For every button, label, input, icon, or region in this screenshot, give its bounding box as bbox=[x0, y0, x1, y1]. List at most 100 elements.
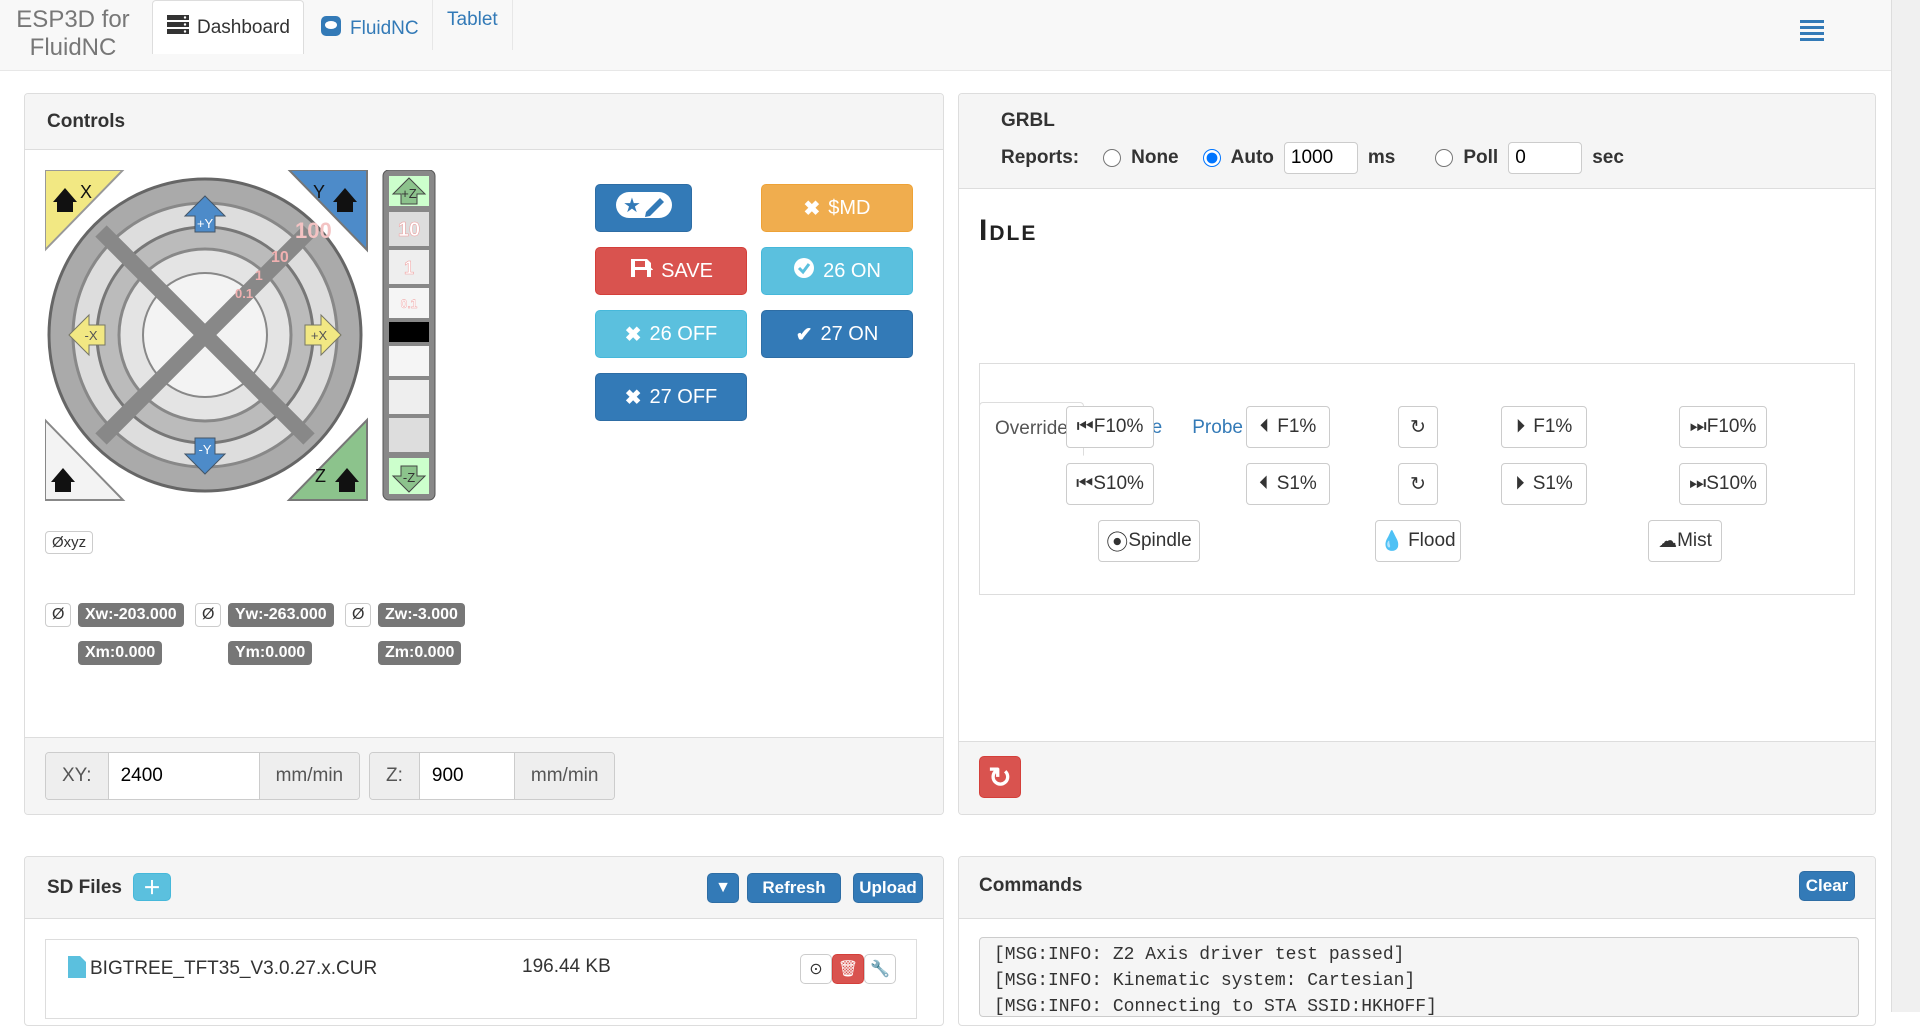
poll-unit: sec bbox=[1592, 147, 1624, 168]
check-icon: ✔ bbox=[795, 323, 813, 346]
macro-26-off-button[interactable]: ✖ 26 OFF bbox=[595, 310, 747, 358]
report-poll-radio[interactable] bbox=[1435, 149, 1454, 167]
poll-interval-input[interactable] bbox=[1508, 142, 1583, 174]
feed-minus-10-button[interactable]: ⏮ F10% bbox=[1066, 406, 1154, 448]
z-step-down-10[interactable] bbox=[389, 418, 429, 452]
navbar: ESP3D for FluidNC Dashboard FluidNC Tabl… bbox=[0, 0, 1892, 71]
macro-26-on-label: 26 ON bbox=[823, 259, 881, 282]
file-settings-button[interactable]: 🔧 bbox=[864, 954, 896, 984]
step-label-10: 10 bbox=[271, 249, 289, 266]
grbl-panel: GRBL Reports: None Auto ms Poll sec Idle… bbox=[958, 93, 1876, 815]
jog-pad[interactable]: X Y Z +Y -Y -X +X 100 10 1 0.1 +Z 10 1 0… bbox=[45, 170, 465, 510]
z-work-position: Zw:-3.000 bbox=[378, 603, 465, 627]
feed-plus-1-label: F1% bbox=[1533, 416, 1573, 437]
mist-toggle-button[interactable]: ☁ Mist bbox=[1648, 520, 1722, 562]
minus-x-label: -X bbox=[85, 328, 98, 343]
machine-state: Idle bbox=[979, 214, 1038, 247]
tab-fluidnc[interactable]: FluidNC bbox=[306, 0, 433, 64]
tint-icon: 💧 bbox=[1380, 531, 1405, 552]
file-print-button[interactable]: ⊙ bbox=[800, 954, 832, 984]
wrench-icon: 🔧 bbox=[870, 961, 890, 978]
times-icon: ✖ bbox=[624, 386, 642, 409]
spindle-toggle-button[interactable]: ⦿ Spindle bbox=[1098, 520, 1200, 562]
z-step-down-1[interactable] bbox=[389, 380, 429, 414]
brand[interactable]: ESP3D for FluidNC bbox=[14, 6, 132, 62]
speed-plus-10-label: S10% bbox=[1706, 473, 1757, 494]
z-feedrate-label: Z: bbox=[370, 753, 419, 799]
flood-toggle-button[interactable]: 💧 Flood bbox=[1375, 520, 1461, 562]
home-z-label: Z bbox=[315, 466, 326, 486]
floppy-icon bbox=[629, 257, 654, 285]
home-x-label: X bbox=[80, 182, 92, 202]
zero-all-button[interactable]: Øxyz bbox=[45, 531, 94, 554]
auto-interval-input[interactable] bbox=[1283, 142, 1358, 174]
refresh-button[interactable]: Refresh bbox=[747, 873, 841, 903]
macro-md-button[interactable]: ✖ $MD bbox=[761, 184, 913, 232]
macro-edit-button[interactable]: ★ bbox=[595, 184, 692, 232]
times-icon: ✖ bbox=[624, 323, 642, 346]
flood-label: Flood bbox=[1408, 530, 1456, 551]
reset-button[interactable]: ↻ bbox=[979, 756, 1021, 798]
fast-backward-icon: ⏮ bbox=[1076, 473, 1094, 494]
speed-reset-button[interactable]: ↻ bbox=[1398, 463, 1438, 505]
macro-27-on-button[interactable]: ✔ 27 ON bbox=[761, 310, 913, 358]
feed-minus-1-button[interactable]: ⏴ F1% bbox=[1246, 406, 1330, 448]
feed-minus-10-label: F10% bbox=[1093, 416, 1144, 437]
macro-save-button[interactable]: SAVE bbox=[595, 247, 747, 295]
x-work-position: Xw:-203.000 bbox=[78, 603, 184, 627]
minus-y-label: -Y bbox=[199, 442, 212, 457]
macro-26-off-label: 26 OFF bbox=[649, 322, 718, 345]
z-step-10-label: 10 bbox=[398, 219, 420, 241]
macro-27-off-button[interactable]: ✖ 27 OFF bbox=[595, 373, 747, 421]
console-line: [MSG:INFO: Kinematic system: Cartesian] bbox=[994, 971, 1416, 991]
command-console[interactable]: [MSG:INFO: Z2 Axis driver test passed] [… bbox=[979, 937, 1859, 1017]
zero-x-button[interactable]: Ø bbox=[45, 603, 72, 627]
x-machine-position: Xm:0.000 bbox=[78, 641, 163, 665]
speed-minus-10-button[interactable]: ⏮ S10% bbox=[1066, 463, 1154, 505]
xy-feedrate-input[interactable] bbox=[107, 753, 260, 799]
file-icon bbox=[68, 956, 86, 983]
feed-reset-button[interactable]: ↻ bbox=[1398, 406, 1438, 448]
new-folder-button[interactable]: ＋ bbox=[133, 873, 171, 901]
tab-tablet[interactable]: Tablet bbox=[432, 0, 513, 50]
tab-dashboard[interactable]: Dashboard bbox=[152, 0, 304, 54]
z-center bbox=[389, 322, 429, 342]
feed-plus-1-button[interactable]: ⏵ F1% bbox=[1501, 406, 1587, 448]
step-backward-icon: ⏴ bbox=[1259, 473, 1269, 494]
fast-backward-icon: ⏮ bbox=[1076, 416, 1094, 437]
filter-button[interactable]: ▼ bbox=[707, 873, 739, 903]
file-delete-button[interactable]: 🗑 bbox=[832, 954, 864, 984]
file-name[interactable]: BIGTREE_TFT35_V3.0.27.x.CUR bbox=[90, 958, 377, 980]
report-none-radio[interactable] bbox=[1103, 149, 1122, 167]
tab-tablet-label: Tablet bbox=[447, 9, 498, 30]
report-poll-label: Poll bbox=[1463, 147, 1499, 168]
speed-plus-10-button[interactable]: ⏭ S10% bbox=[1679, 463, 1767, 505]
z-feedrate-input[interactable] bbox=[418, 753, 515, 799]
tab-dashboard-label: Dashboard bbox=[197, 16, 290, 38]
z-step-down-01[interactable] bbox=[389, 346, 429, 376]
speed-plus-1-button[interactable]: ⏵ S1% bbox=[1501, 463, 1587, 505]
zero-z-button[interactable]: Ø bbox=[345, 603, 372, 627]
upload-button[interactable]: Upload bbox=[853, 873, 923, 903]
report-auto-radio[interactable] bbox=[1202, 149, 1221, 167]
macro-26-on-button[interactable]: 26 ON bbox=[761, 247, 913, 295]
report-auto-label: Auto bbox=[1230, 147, 1274, 168]
z-feedrate-unit: mm/min bbox=[514, 753, 615, 799]
spindle-label: Spindle bbox=[1128, 530, 1192, 551]
record-icon: ⦿ bbox=[1106, 530, 1129, 555]
hamburger-menu-icon[interactable] bbox=[1800, 20, 1824, 42]
speed-minus-1-button[interactable]: ⏴ S1% bbox=[1246, 463, 1330, 505]
report-none-label: None bbox=[1131, 147, 1179, 168]
file-row[interactable]: BIGTREE_TFT35_V3.0.27.x.CUR 196.44 KB ⊙ … bbox=[45, 939, 917, 1019]
z-step-01-label: 0.1 bbox=[401, 297, 418, 311]
feed-plus-10-button[interactable]: ⏭ F10% bbox=[1679, 406, 1767, 448]
zero-y-button[interactable]: Ø bbox=[195, 603, 222, 627]
step-label-100: 100 bbox=[295, 218, 332, 243]
clear-button[interactable]: Clear bbox=[1799, 871, 1855, 901]
reset-icon: ↻ bbox=[988, 761, 1012, 793]
controls-title: Controls bbox=[25, 94, 943, 150]
sdfiles-header: SD Files ＋ ▼ Refresh Upload bbox=[25, 857, 943, 919]
home-y-label: Y bbox=[313, 182, 325, 202]
minus-z-label: -Z bbox=[403, 470, 415, 485]
z-step-1-label: 1 bbox=[404, 258, 414, 278]
